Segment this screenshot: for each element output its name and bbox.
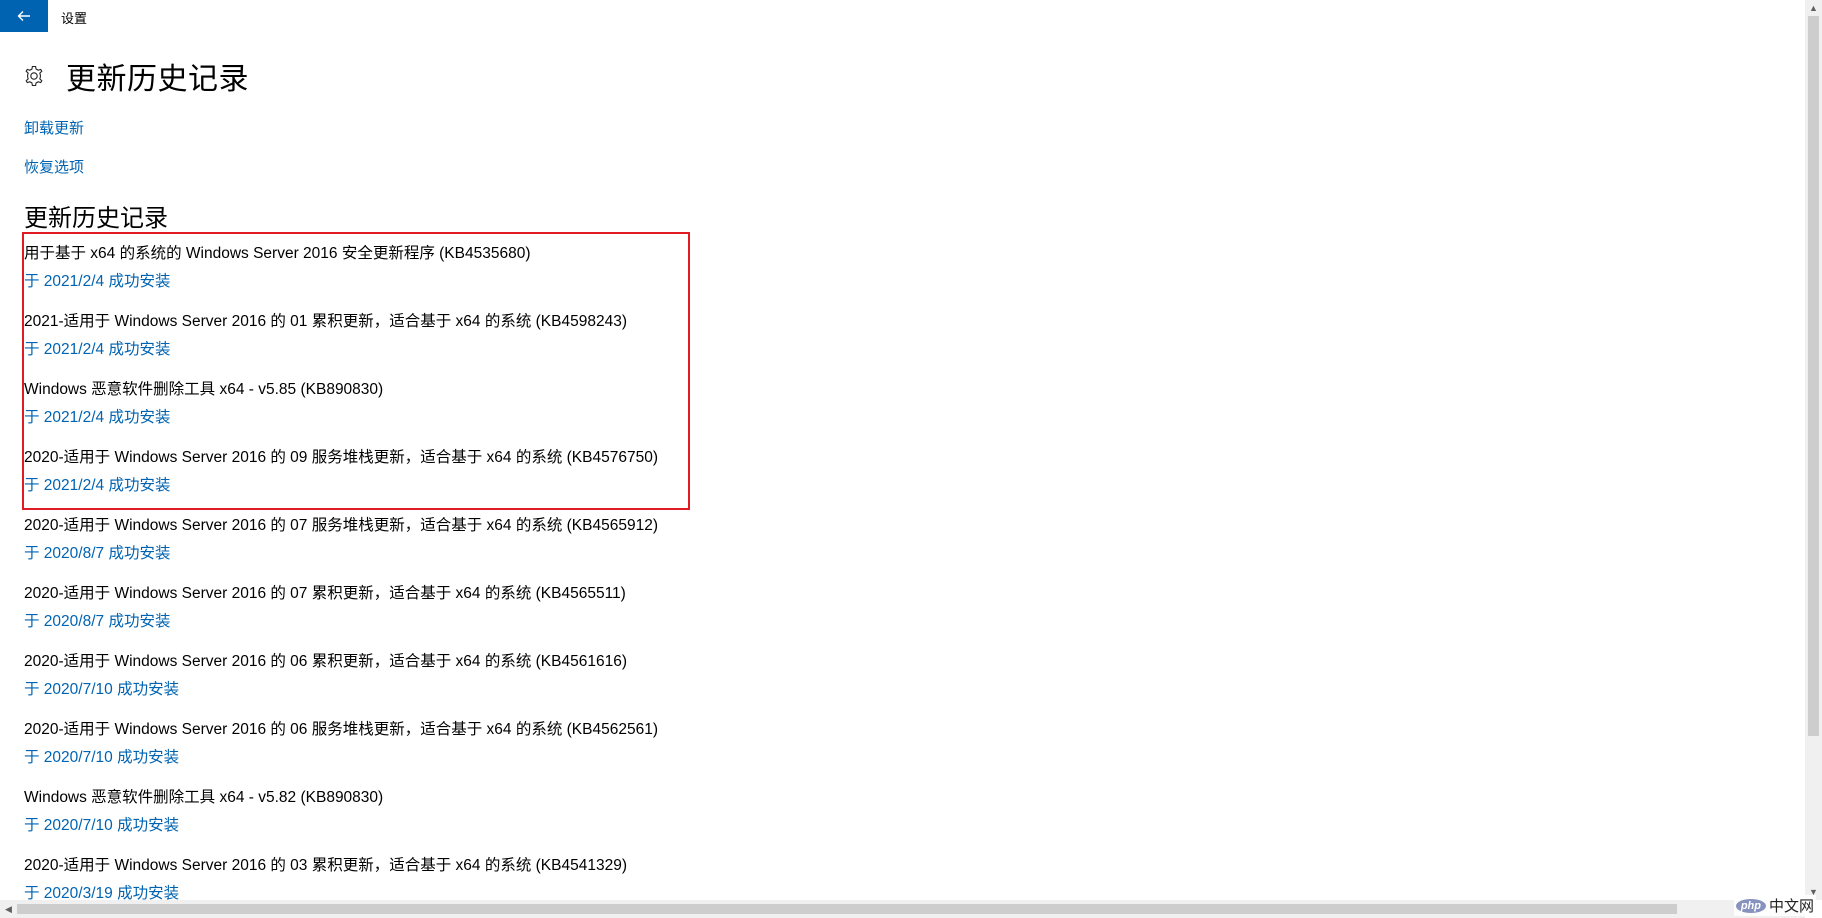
update-status-link[interactable]: 于 2021/2/4 成功安装: [24, 272, 658, 292]
update-status-link[interactable]: 于 2021/2/4 成功安装: [24, 476, 658, 496]
list-item: 2020-适用于 Windows Server 2016 的 06 服务堆栈更新…: [24, 720, 658, 788]
list-item: Windows 恶意软件删除工具 x64 - v5.82 (KB890830) …: [24, 788, 658, 856]
watermark-text: 中文网: [1768, 898, 1814, 915]
update-title[interactable]: 2020-适用于 Windows Server 2016 的 07 服务堆栈更新…: [24, 516, 658, 536]
update-status-link[interactable]: 于 2021/2/4 成功安装: [24, 340, 658, 360]
update-status-link[interactable]: 于 2020/8/7 成功安装: [24, 612, 658, 632]
back-button[interactable]: [0, 0, 48, 32]
list-item: 2021-适用于 Windows Server 2016 的 01 累积更新，适…: [24, 312, 658, 380]
update-history-list: 用于基于 x64 的系统的 Windows Server 2016 安全更新程序…: [24, 244, 658, 918]
watermark: php 中文网: [1733, 895, 1816, 916]
list-item: Windows 恶意软件删除工具 x64 - v5.85 (KB890830) …: [24, 380, 658, 448]
update-title[interactable]: 2020-适用于 Windows Server 2016 的 03 累积更新，适…: [24, 856, 658, 876]
list-item: 2020-适用于 Windows Server 2016 的 07 服务堆栈更新…: [24, 516, 658, 584]
update-title[interactable]: Windows 恶意软件删除工具 x64 - v5.85 (KB890830): [24, 380, 658, 400]
update-title[interactable]: 用于基于 x64 的系统的 Windows Server 2016 安全更新程序…: [24, 244, 658, 264]
list-item: 用于基于 x64 的系统的 Windows Server 2016 安全更新程序…: [24, 244, 658, 312]
update-status-link[interactable]: 于 2020/7/10 成功安装: [24, 680, 658, 700]
back-arrow-icon: [17, 11, 30, 21]
update-status-link[interactable]: 于 2020/7/10 成功安装: [24, 748, 658, 768]
update-title[interactable]: 2021-适用于 Windows Server 2016 的 01 累积更新，适…: [24, 312, 658, 332]
horizontal-scroll-thumb[interactable]: [17, 904, 1677, 914]
scroll-left-arrow-icon[interactable]: ◀: [0, 900, 17, 918]
recovery-options-link[interactable]: 恢复选项: [24, 156, 84, 177]
update-status-link[interactable]: 于 2021/2/4 成功安装: [24, 408, 658, 428]
update-title[interactable]: 2020-适用于 Windows Server 2016 的 06 服务堆栈更新…: [24, 720, 658, 740]
settings-window: 设置 更新历史记录 卸载更新 恢复选项 更新历史记录 用于基于 x64 的系统的…: [0, 0, 1822, 918]
update-title[interactable]: 2020-适用于 Windows Server 2016 的 07 累积更新，适…: [24, 584, 658, 604]
title-bar: 设置: [0, 0, 1822, 32]
list-item: 2020-适用于 Windows Server 2016 的 07 累积更新，适…: [24, 584, 658, 652]
uninstall-updates-link[interactable]: 卸载更新: [24, 117, 84, 138]
window-title: 设置: [61, 11, 88, 26]
update-title[interactable]: 2020-适用于 Windows Server 2016 的 09 服务堆栈更新…: [24, 448, 658, 468]
page-header: 更新历史记录: [22, 54, 249, 98]
vertical-scroll-thumb[interactable]: [1808, 16, 1819, 736]
list-item: 2020-适用于 Windows Server 2016 的 09 服务堆栈更新…: [24, 448, 658, 516]
update-status-link[interactable]: 于 2020/8/7 成功安装: [24, 544, 658, 564]
php-logo: php: [1735, 898, 1766, 913]
update-title[interactable]: Windows 恶意软件删除工具 x64 - v5.82 (KB890830): [24, 788, 658, 808]
gear-icon: [25, 65, 43, 87]
horizontal-scrollbar[interactable]: ◀: [0, 900, 1805, 918]
page-title: 更新历史记录: [66, 62, 249, 97]
section-title: 更新历史记录: [24, 204, 168, 232]
scroll-up-arrow-icon[interactable]: ▲: [1805, 0, 1822, 16]
update-title[interactable]: 2020-适用于 Windows Server 2016 的 06 累积更新，适…: [24, 652, 658, 672]
vertical-scrollbar[interactable]: ▲ ▼: [1805, 0, 1822, 900]
list-item: 2020-适用于 Windows Server 2016 的 06 累积更新，适…: [24, 652, 658, 720]
update-status-link[interactable]: 于 2020/7/10 成功安装: [24, 816, 658, 836]
